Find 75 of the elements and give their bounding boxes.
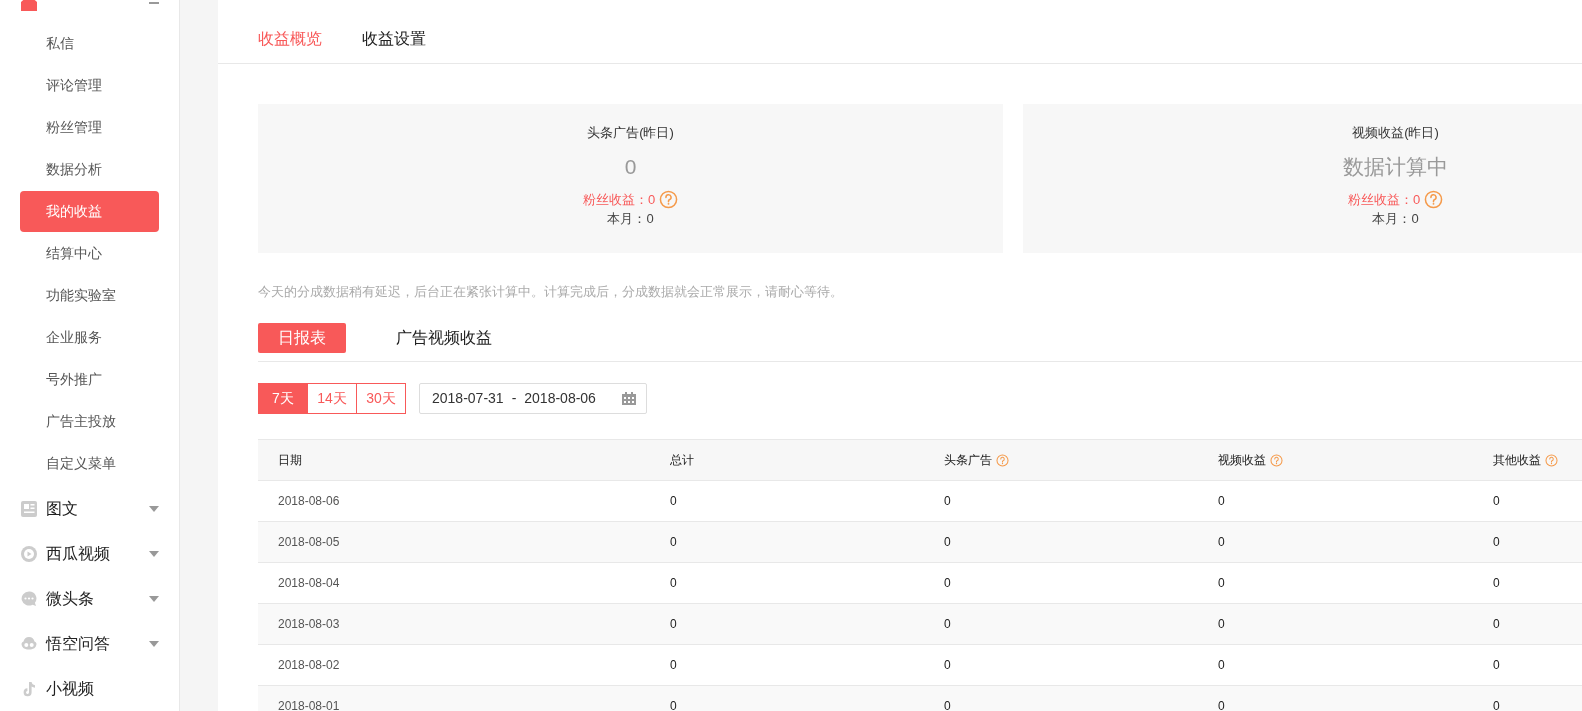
table-cell: 0 [944,535,951,549]
date-range-field[interactable]: 2018-07-31 - 2018-08-06 [419,383,647,414]
table-cell: 0 [670,658,677,672]
month-income: 本月：0 [607,209,654,228]
sidebar-item[interactable]: 号外推广 [20,359,159,400]
table-cell: 0 [670,576,677,590]
column-header: 总计 [670,452,694,469]
table-cell: 0 [1493,658,1500,672]
card-title: 视频收益(昨日) [1352,124,1439,142]
sidebar-group[interactable]: 微头条 [0,576,179,621]
caret-icon [149,640,159,647]
column-header: 头条广告 [944,452,992,469]
column-header: 日期 [278,452,302,469]
sidebar-item[interactable]: 自定义菜单 [20,443,159,484]
table-cell: 2018-08-01 [278,699,340,711]
tab[interactable]: 收益设置 [362,27,426,63]
table-cell: 0 [1218,576,1225,590]
table-cell: 0 [670,699,677,711]
table-cell: 2018-08-02 [278,658,340,672]
chat-bubble-icon [20,589,38,608]
column-header: 其他收益 [1493,452,1541,469]
card-value: 0 [624,154,637,180]
table-cell: 0 [1493,535,1500,549]
help-icon [1545,453,1558,467]
table-cell: 0 [1218,617,1225,631]
help-icon [1424,190,1444,210]
card-title: 头条广告(昨日) [587,124,674,142]
sidebar-group[interactable]: 悟空问答 [0,621,179,666]
calendar-icon [622,392,636,405]
sidebar-item[interactable]: 企业服务 [20,317,159,358]
table-cell: 0 [944,494,951,508]
column-header: 视频收益 [1218,452,1266,469]
sidebar-item[interactable]: 广告主投放 [20,401,159,442]
card-value: 数据计算中 [1343,154,1448,180]
notice-text: 今天的分成数据稍有延迟，后台正在紧张计算中。计算完成后，分成数据就会正常展示，请耐心等待。 [258,283,844,301]
table-cell: 0 [1218,699,1225,711]
help-icon [659,190,679,210]
caret-icon [149,595,159,602]
table-cell: 2018-08-05 [278,535,340,549]
report-tab[interactable]: 广告视频收益 [376,323,512,353]
fans-income: 粉丝收益：0 [582,191,656,209]
table-cell: 0 [944,658,951,672]
table-cell: 0 [1493,494,1500,508]
caret-icon [149,505,159,512]
table-cell: 0 [944,576,951,590]
table-cell: 0 [1218,494,1225,508]
play-icon [20,544,38,563]
fans-income: 粉丝收益：0 [1347,191,1421,209]
table-cell: 2018-08-03 [278,617,340,631]
sidebar-item[interactable]: 评论管理 [20,65,159,106]
sidebar-group[interactable]: 小视频 [0,666,179,711]
table-cell: 0 [670,617,677,631]
table-cell: 0 [944,699,951,711]
sidebar-item[interactable]: 粉丝管理 [20,107,159,148]
table-cell: 0 [670,494,677,508]
table-cell: 0 [1493,576,1500,590]
sidebar-item[interactable]: 数据分析 [20,149,159,190]
table-cell: 0 [670,535,677,549]
sidebar-item[interactable]: 私信 [20,23,159,64]
caret-icon [149,550,159,557]
table-cell: 0 [1493,699,1500,711]
month-income: 本月：0 [1372,209,1419,228]
table-cell: 2018-08-04 [278,576,340,590]
table-cell: 0 [1493,617,1500,631]
table-cell: 0 [1218,658,1225,672]
sidebar-group[interactable]: 西瓜视频 [0,531,179,576]
table-cell: 2018-08-06 [278,494,340,508]
sidebar-item[interactable]: 功能实验室 [20,275,159,316]
table-cell: 0 [1218,535,1225,549]
article-icon [20,499,38,518]
help-icon [996,453,1009,467]
sidebar-item[interactable]: 结算中心 [20,233,159,274]
sidebar-group[interactable]: 图文 [0,486,179,531]
table-cell: 0 [944,617,951,631]
help-icon [1270,453,1283,467]
